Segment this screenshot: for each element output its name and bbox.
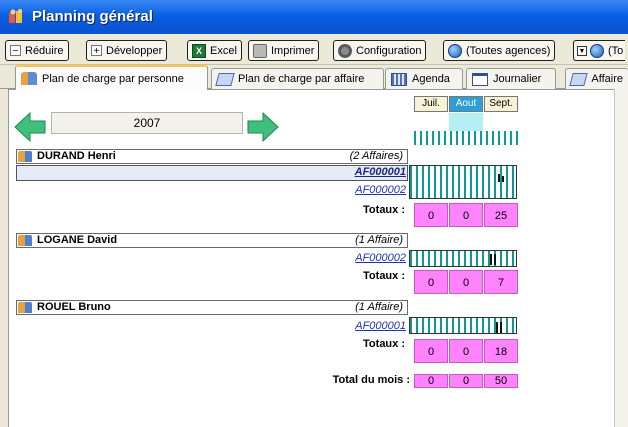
- tab-affaire[interactable]: Affaire: [565, 68, 628, 89]
- person-name: LOGANE David: [37, 234, 118, 246]
- affair-schedule-grid[interactable]: [409, 165, 517, 199]
- tab-agenda[interactable]: Agenda: [385, 68, 463, 89]
- affair-count: (1 Affaire): [355, 301, 403, 313]
- affair-schedule-grid[interactable]: [409, 250, 517, 267]
- agencies-label: (Toutes agences): [466, 44, 551, 57]
- affair-link-af000002[interactable]: AF000002: [355, 252, 406, 265]
- print-button[interactable]: Imprimer: [248, 40, 320, 61]
- workload-mark: [502, 176, 504, 182]
- people-icon: [21, 72, 37, 85]
- affair-schedule-grid[interactable]: [409, 317, 517, 334]
- day-calendar-icon: [472, 72, 488, 86]
- gear-icon: [338, 43, 352, 58]
- month-total-juil: 0: [414, 374, 448, 388]
- window-title: Planning général: [32, 8, 153, 25]
- totals-label: Totaux :: [363, 270, 405, 282]
- month-header-aout[interactable]: Aout: [449, 96, 483, 112]
- total-cell-juil: 0: [414, 270, 448, 294]
- person-row-rouel[interactable]: ROUEL Bruno (1 Affaire): [16, 300, 408, 315]
- globe-icon: [590, 43, 604, 58]
- person-icon: [18, 302, 32, 313]
- app-icon: [9, 9, 22, 23]
- calendar-icon: [391, 72, 407, 86]
- total-cell-sept: 18: [484, 339, 518, 363]
- person-row-durand[interactable]: DURAND Henri (2 Affaires): [16, 149, 408, 164]
- previous-year-arrow-icon[interactable]: [14, 112, 46, 142]
- month-week-ticks: [414, 131, 518, 145]
- total-cell-sept: 7: [484, 270, 518, 294]
- affair-link-af000001[interactable]: AF000001: [355, 166, 406, 179]
- tab-label: Journalier: [493, 73, 542, 85]
- month-header-sept[interactable]: Sept.: [484, 96, 518, 112]
- printer-icon: [253, 43, 267, 58]
- globe-icon: [448, 43, 462, 58]
- print-label: Imprimer: [271, 44, 315, 57]
- totals-label: Totaux :: [363, 204, 405, 216]
- workload-mark: [494, 254, 496, 265]
- workload-mark: [498, 174, 500, 182]
- person-icon: [18, 151, 32, 162]
- tab-bar: Plan de charge par personne Plan de char…: [0, 65, 628, 90]
- dropdown-arrow-icon: ▼: [577, 45, 587, 56]
- tab-plan-par-personne[interactable]: Plan de charge par personne: [15, 65, 208, 90]
- workload-mark: [490, 254, 492, 265]
- extra-toolbar-button[interactable]: ▼ (To: [573, 40, 626, 61]
- selected-month-highlight: [449, 113, 483, 131]
- tab-label: Plan de charge par personne: [42, 72, 184, 85]
- vertical-scrollbar[interactable]: [614, 89, 628, 427]
- total-cell-aout: 0: [449, 203, 483, 227]
- affair-link-af000001[interactable]: AF000001: [355, 320, 406, 333]
- title-bar: Planning général: [0, 0, 628, 34]
- plan-icon: [569, 72, 589, 86]
- year-display: 2007: [51, 112, 243, 134]
- workload-mark: [500, 322, 502, 333]
- person-name: DURAND Henri: [37, 150, 116, 162]
- expand-label: Développer: [106, 44, 163, 57]
- total-cell-juil: 0: [414, 203, 448, 227]
- tab-plan-par-affaire[interactable]: Plan de charge par affaire: [211, 68, 384, 89]
- plus-box-icon: +: [91, 45, 102, 57]
- person-name: ROUEL Bruno: [37, 301, 111, 313]
- configuration-button[interactable]: Configuration: [333, 40, 427, 61]
- month-total-aout: 0: [449, 374, 483, 388]
- excel-label: Excel: [210, 44, 237, 57]
- toolbar: − Réduire + Développer X Excel Imprimer …: [0, 34, 628, 65]
- workload-mark: [496, 322, 498, 333]
- expand-button[interactable]: + Développer: [86, 40, 168, 61]
- configuration-label: Configuration: [356, 44, 422, 57]
- affair-count: (1 Affaire): [355, 234, 403, 246]
- totals-label: Totaux :: [363, 338, 405, 350]
- month-header-juil[interactable]: Juil.: [414, 96, 448, 112]
- affair-link-af000002[interactable]: AF000002: [355, 184, 406, 197]
- extra-toolbar-label: (To: [608, 44, 624, 57]
- month-total-label: Total du mois :: [332, 374, 410, 386]
- plan-icon: [215, 72, 235, 86]
- total-cell-aout: 0: [449, 270, 483, 294]
- reduce-button[interactable]: − Réduire: [5, 40, 69, 61]
- tab-label: Plan de charge par affaire: [238, 73, 365, 85]
- next-year-arrow-icon[interactable]: [247, 112, 279, 142]
- total-cell-sept: 25: [484, 203, 518, 227]
- affair-count: (2 Affaires): [349, 150, 403, 162]
- tab-journalier[interactable]: Journalier: [466, 68, 556, 89]
- reduce-label: Réduire: [25, 44, 64, 57]
- excel-icon: X: [192, 43, 206, 58]
- selected-affair-row[interactable]: [16, 165, 408, 181]
- total-cell-juil: 0: [414, 339, 448, 363]
- agencies-button[interactable]: (Toutes agences): [443, 40, 556, 61]
- person-icon: [18, 235, 32, 246]
- month-total-sept: 50: [484, 374, 518, 388]
- excel-button[interactable]: X Excel: [187, 40, 242, 61]
- minus-box-icon: −: [10, 45, 21, 57]
- tab-label: Agenda: [412, 73, 450, 85]
- tab-label: Affaire: [591, 73, 623, 85]
- total-cell-aout: 0: [449, 339, 483, 363]
- person-row-logane[interactable]: LOGANE David (1 Affaire): [16, 233, 408, 248]
